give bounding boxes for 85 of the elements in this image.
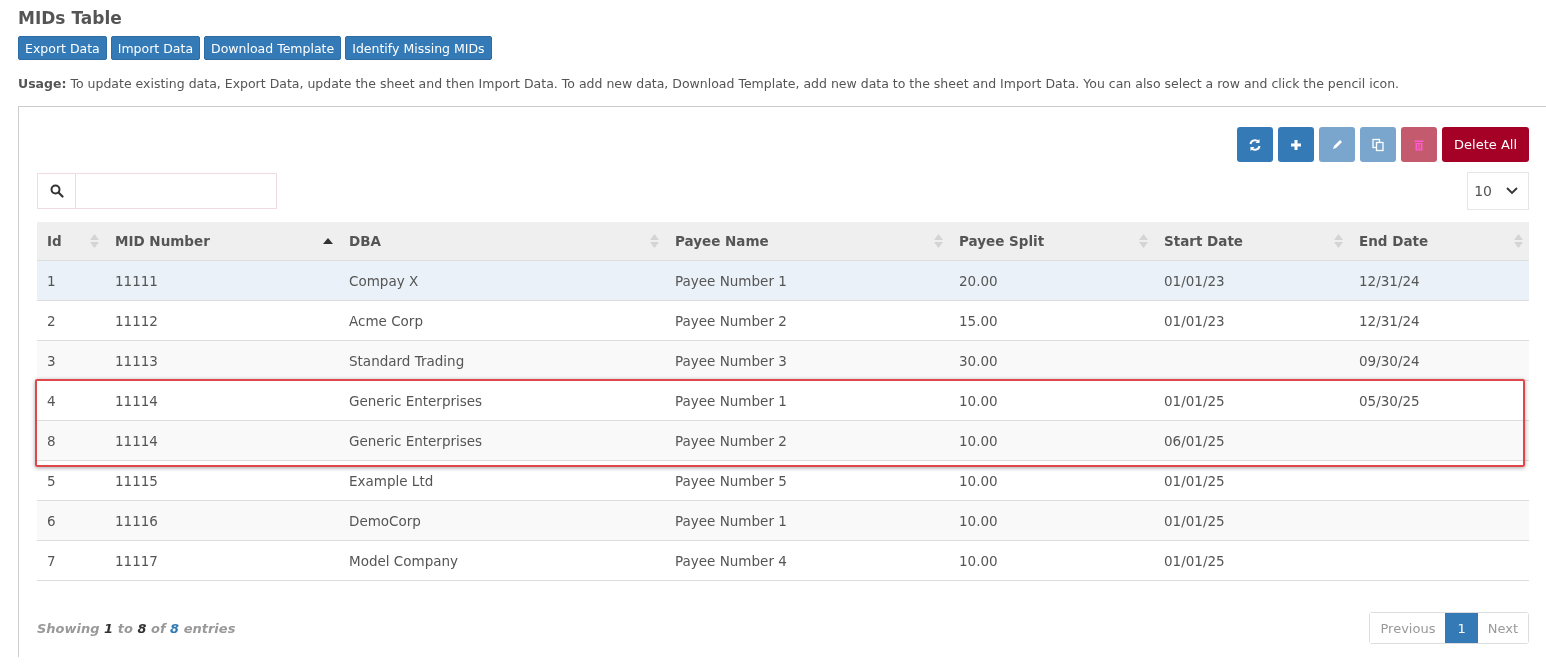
table-cell: 11113 [115, 352, 158, 369]
table-cell: 10.00 [959, 432, 998, 449]
table-cell: 15.00 [959, 312, 998, 329]
chevron-down-icon [1506, 187, 1518, 195]
page-button[interactable]: 1 [1445, 613, 1478, 643]
table-row[interactable]: 8 11114 Generic Enterprises Payee Number 2 10.00 06/01/25 [37, 420, 1529, 461]
table-cell: 2 [47, 312, 56, 329]
table-cell: 09/30/24 [1359, 352, 1420, 369]
table-row[interactable]: 1 11111 Compay X Payee Number 1 20.00 01/01/23 12/31/24 [37, 260, 1529, 301]
table-cell: 7 [47, 552, 56, 569]
table-cell: Payee Number 1 [675, 392, 787, 409]
table-cell: 4 [47, 392, 56, 409]
table-cell: DemoCorp [349, 512, 421, 529]
table-row[interactable]: 5 11115 Example Ltd Payee Number 5 10.00 01/01/25 [37, 460, 1529, 501]
table-cell: 10.00 [959, 512, 998, 529]
search-field[interactable] [37, 173, 277, 209]
table-cell: 12/31/24 [1359, 312, 1420, 329]
table-row[interactable]: 2 11112 Acme Corp Payee Number 2 15.00 01/01/23 12/31/24 [37, 300, 1529, 341]
table-cell: 06/01/25 [1164, 432, 1225, 449]
table-cell: 01/01/25 [1164, 472, 1225, 489]
table-cell: Standard Trading [349, 352, 465, 369]
table-cell: Payee Number 5 [675, 472, 787, 489]
action-button[interactable]: Import Data [110, 36, 201, 60]
table-cell: Model Company [349, 552, 459, 569]
table-cell: Payee Number 2 [675, 312, 787, 329]
table-cell: 11111 [115, 272, 158, 289]
action-button[interactable]: Download Template [204, 36, 342, 60]
column-header[interactable]: DBA [339, 222, 665, 261]
column-header[interactable]: Payee Split [949, 222, 1154, 261]
column-header[interactable]: End Date [1349, 222, 1529, 261]
table-cell: 01/01/25 [1164, 552, 1225, 569]
table-cell: 10.00 [959, 552, 998, 569]
delete-all-button[interactable]: Delete All [1442, 127, 1529, 162]
table-cell: Payee Number 4 [675, 552, 787, 569]
table-cell: Payee Number 2 [675, 432, 787, 449]
table-cell: 11116 [115, 512, 158, 529]
entries-info: Showing 1 to 8 of 8 entries [37, 620, 236, 636]
table-cell: 30.00 [959, 352, 998, 369]
table-cell: Generic Enterprises [349, 432, 483, 449]
table-row[interactable]: 3 11113 Standard Trading Payee Number 3 30.00 09/30/24 [37, 340, 1529, 381]
table-cell: Payee Number 3 [675, 352, 787, 369]
table-cell: 11114 [115, 432, 158, 449]
search-icon [49, 184, 64, 198]
table-cell: 11117 [115, 552, 158, 569]
table-cell: 1 [47, 272, 56, 289]
table-cell: 5 [47, 472, 56, 489]
table-cell: 11112 [115, 312, 158, 329]
column-header[interactable]: MID Number [105, 222, 339, 261]
copy-icon [1371, 137, 1386, 152]
page-title: MIDs Table [18, 8, 123, 28]
add-button[interactable] [1278, 127, 1315, 162]
table-cell: Payee Number 1 [675, 272, 787, 289]
column-header[interactable]: Payee Name [665, 222, 949, 261]
table-cell: Compay X [349, 272, 419, 289]
table-cell: 20.00 [959, 272, 998, 289]
usage-text: Usage: To update existing data, Export Data, update the sheet and then Import Data. To add new data, Download Template, add new data to the sheet and Import Data. You can also select a row and click the pencil icon. [18, 76, 1401, 91]
table-cell: 10.00 [959, 472, 998, 489]
table-row[interactable]: 6 11116 DemoCorp Payee Number 1 10.00 01/01/25 [37, 500, 1529, 541]
table-cell: 10.00 [959, 392, 998, 409]
table-cell: Acme Corp [349, 312, 423, 329]
table-cell: 8 [47, 432, 56, 449]
table-cell: 01/01/25 [1164, 512, 1225, 529]
table-cell: Generic Enterprises [349, 392, 483, 409]
table-row[interactable]: 7 11117 Model Company Payee Number 4 10.00 01/01/25 [37, 540, 1529, 581]
table-cell: 6 [47, 512, 56, 529]
table-cell: 11114 [115, 392, 158, 409]
table-cell: 01/01/23 [1164, 272, 1225, 289]
action-button[interactable]: Identify Missing MIDs [345, 36, 492, 60]
column-header[interactable]: Start Date [1154, 222, 1349, 261]
table-row[interactable]: 4 11114 Generic Enterprises Payee Number 1 10.00 01/01/25 05/30/25 [37, 380, 1529, 421]
table-cell: 12/31/24 [1359, 272, 1420, 289]
table-cell: 01/01/23 [1164, 312, 1225, 329]
table-cell: 01/01/25 [1164, 392, 1225, 409]
refresh-button[interactable] [1237, 127, 1274, 162]
column-header[interactable]: Id [37, 222, 105, 261]
page-size-select[interactable]: 10 [1467, 172, 1529, 210]
plus-icon [1289, 137, 1304, 152]
table-cell: 05/30/25 [1359, 392, 1420, 409]
action-button[interactable]: Export Data [18, 36, 107, 60]
table-cell: Example Ltd [349, 472, 434, 489]
table-cell: 11115 [115, 472, 158, 489]
table-cell: Payee Number 1 [675, 512, 787, 529]
table-cell: 3 [47, 352, 56, 369]
pencil-icon [1330, 137, 1345, 152]
refresh-icon [1248, 137, 1263, 152]
